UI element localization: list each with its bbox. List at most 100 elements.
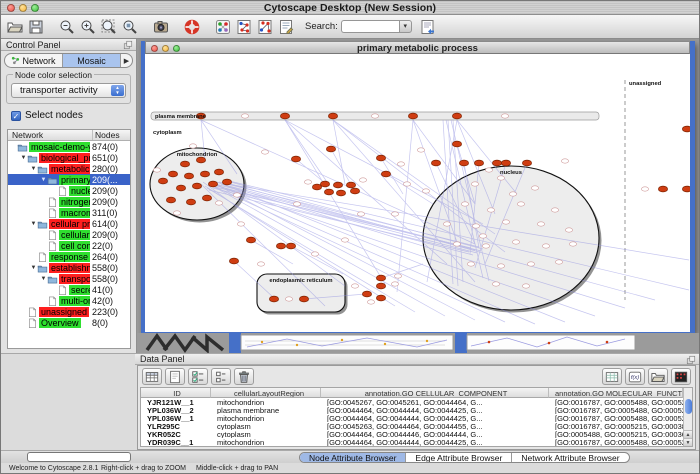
table-cell[interactable]: mitochondrion — [211, 414, 321, 422]
network-node-label[interactable] — [555, 260, 562, 264]
folder-button[interactable] — [648, 368, 668, 385]
table-cell[interactable]: YPL036W__2 — [141, 406, 211, 414]
network-window-titlebar[interactable]: primary metabolic process — [145, 41, 690, 54]
network-node[interactable] — [291, 156, 300, 162]
network-node-label[interactable] — [443, 222, 450, 226]
table-cell[interactable]: [GO:0016787, GO:0005488, GO:0005215, G..… — [549, 406, 683, 414]
tree-row[interactable]: Overview8(0) — [8, 317, 130, 328]
table-cell[interactable]: YDR039C__1 — [141, 438, 211, 446]
network-node[interactable] — [326, 146, 335, 152]
network-node[interactable] — [328, 113, 337, 119]
network-node-label[interactable] — [237, 222, 244, 226]
tab-network-attribute-browser[interactable]: Network Attribute Browser — [511, 453, 628, 462]
tree-row[interactable]: ▼establishment of lo558(0) — [8, 262, 130, 273]
network-node-label[interactable] — [472, 224, 479, 228]
search-input[interactable] — [341, 20, 399, 33]
table-column-header[interactable]: annotation.GO MOLECULAR_FUNCTION — [549, 388, 683, 398]
table-cell[interactable]: YJR121W__1 — [141, 398, 211, 406]
attribute-select-button[interactable] — [142, 368, 162, 385]
table-column-header[interactable]: annotation.GO CELLULAR_COMPONENT — [321, 388, 549, 398]
network-node-label[interactable] — [471, 182, 478, 186]
network-node[interactable] — [280, 113, 289, 119]
network-node-label[interactable] — [422, 189, 429, 193]
network-node[interactable] — [176, 185, 185, 191]
network-node[interactable] — [350, 188, 359, 194]
table-row[interactable]: YPL036W__1mitochondrion[GO:0044464, GO:0… — [141, 414, 683, 422]
function-button[interactable]: f(x) — [625, 368, 645, 385]
network-node-label[interactable] — [285, 297, 292, 301]
tree-row[interactable]: ▼metabolic process280(0) — [8, 163, 130, 174]
network-node-label[interactable] — [641, 187, 648, 191]
expander-icon[interactable]: ▼ — [40, 276, 47, 282]
network-node-label[interactable] — [311, 252, 318, 256]
network-node[interactable] — [229, 258, 238, 264]
tree-row[interactable]: ▼transport558(0) — [8, 273, 130, 284]
network-node-label[interactable] — [517, 202, 524, 206]
network-node[interactable] — [166, 197, 175, 203]
network-node[interactable] — [376, 275, 385, 281]
network-node-label[interactable] — [391, 282, 398, 286]
network-node[interactable] — [222, 179, 231, 185]
expander-icon[interactable]: ▼ — [40, 177, 47, 183]
attribute-batch-select-button[interactable] — [188, 368, 208, 385]
network-node-label[interactable] — [467, 262, 474, 266]
table-cell[interactable]: cytoplasm — [211, 422, 321, 430]
node-color-dropdown[interactable]: transporter activity ▲▼ — [11, 83, 126, 98]
tree-row[interactable]: response to stimulu264(0) — [8, 251, 130, 262]
table-button[interactable] — [602, 368, 622, 385]
network-node[interactable] — [246, 237, 255, 243]
network-node-label[interactable] — [233, 193, 240, 197]
network-node[interactable] — [200, 171, 209, 177]
network-node-label[interactable] — [397, 162, 404, 166]
network-node[interactable] — [208, 181, 217, 187]
expander-icon[interactable]: ▼ — [20, 155, 27, 161]
network-node-label[interactable] — [482, 244, 489, 248]
tab-node-attribute-browser[interactable]: Node Attribute Browser — [300, 453, 405, 462]
table-cell[interactable]: cytoplasm — [211, 430, 321, 438]
network-node[interactable] — [168, 171, 177, 177]
network-node[interactable] — [180, 161, 189, 167]
select-nodes-checkbox[interactable]: ✓ — [11, 111, 21, 121]
tab-mosaic[interactable]: Mosaic — [62, 54, 120, 67]
table-row[interactable]: YPL036W__2plasma membrane[GO:0044464, GO… — [141, 406, 683, 414]
table-cell[interactable]: [GO:0016787, GO:0005488, GO:0005215, G..… — [549, 398, 683, 406]
network-node-label[interactable] — [189, 144, 196, 148]
network-node-label[interactable] — [502, 220, 509, 224]
network-node-label[interactable] — [565, 228, 572, 232]
table-row[interactable]: YKR052Ccytoplasm[GO:0044464, GO:0044446,… — [141, 430, 683, 438]
network-node[interactable] — [459, 160, 468, 166]
annotation-button[interactable] — [276, 17, 296, 37]
network-node-label[interactable] — [487, 208, 494, 212]
table-cell[interactable]: YPL036W__1 — [141, 414, 211, 422]
network-node[interactable] — [333, 182, 342, 188]
network-node-label[interactable] — [371, 114, 378, 118]
network-node[interactable] — [474, 160, 483, 166]
attribute-create-button[interactable] — [165, 368, 185, 385]
search-dropdown-icon[interactable]: ▾ — [399, 20, 412, 33]
network-node[interactable] — [682, 186, 690, 192]
network-node-label[interactable] — [542, 244, 549, 248]
expander-icon[interactable]: ▼ — [30, 221, 37, 227]
network-node-label[interactable] — [241, 114, 248, 118]
network-node[interactable] — [452, 141, 461, 147]
network-node-label[interactable] — [391, 212, 398, 216]
table-cell[interactable]: [GO:0044464, GO:0044446, GO:0044444, G..… — [321, 430, 549, 438]
network-node-label[interactable] — [522, 284, 529, 288]
tree-row[interactable]: nucleobase-209(0) — [8, 185, 130, 196]
table-row[interactable]: YLR295Ccytoplasm[GO:0045263, GO:0044464,… — [141, 422, 683, 430]
network-node[interactable] — [452, 113, 461, 119]
network-node[interactable] — [362, 291, 371, 297]
network-node-label[interactable] — [357, 212, 364, 216]
table-cell[interactable]: [GO:0016787, GO:0005488, GO:0005215, G..… — [549, 438, 683, 446]
network-node[interactable] — [376, 283, 385, 289]
tree-row[interactable]: ▼cellular process614(0) — [8, 218, 130, 229]
tree-row[interactable]: ▼primary metabo209(... — [8, 174, 130, 185]
save-button[interactable] — [26, 17, 46, 37]
zoom-in-button[interactable] — [78, 17, 98, 37]
table-cell[interactable]: mitochondrion — [211, 438, 321, 446]
network-node[interactable] — [299, 296, 308, 302]
network-node-label[interactable] — [341, 238, 348, 242]
network-node-label[interactable] — [569, 242, 576, 246]
network-node[interactable] — [682, 126, 690, 132]
network-node-label[interactable] — [561, 159, 568, 163]
